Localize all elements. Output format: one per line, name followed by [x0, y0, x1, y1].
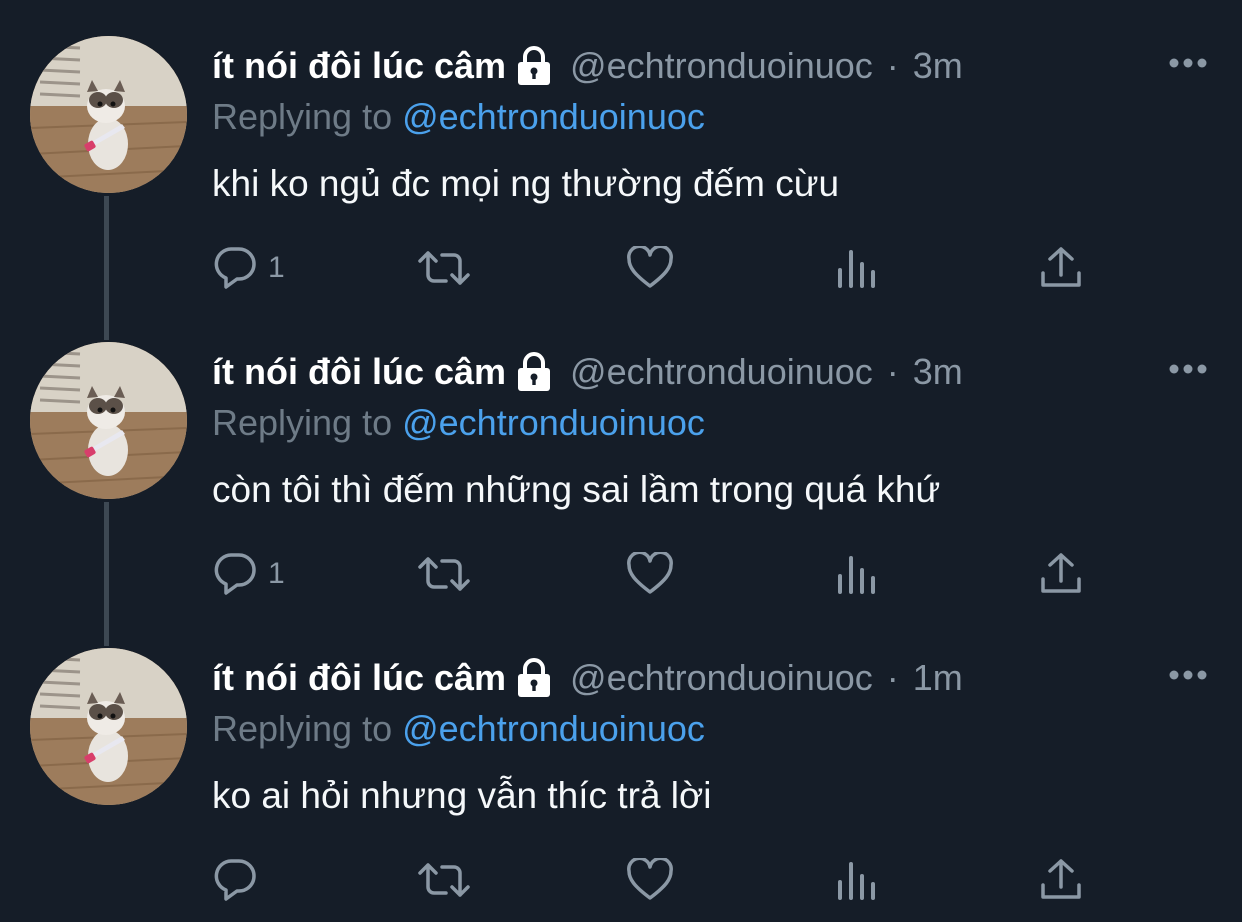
retweet-button[interactable]: [416, 854, 472, 906]
heart-icon: [627, 552, 673, 594]
replying-to-label: Replying to: [212, 96, 393, 137]
reply-button[interactable]: 1: [212, 242, 285, 294]
replying-to-label: Replying to: [212, 708, 393, 749]
lock-icon: [512, 351, 556, 393]
replying-to-label: Replying to: [212, 402, 393, 443]
action-bar: 1: [0, 242, 1242, 294]
separator-dot: ·: [886, 45, 899, 86]
views-button[interactable]: [834, 242, 878, 294]
reply-button[interactable]: 1: [212, 548, 285, 600]
share-icon: [1041, 553, 1081, 593]
like-button[interactable]: [626, 854, 674, 906]
tweet[interactable]: ít nói đôi lúc câm @echtronduoinuoc · 1m: [0, 612, 1242, 918]
views-button[interactable]: [834, 548, 878, 600]
display-name[interactable]: ít nói đôi lúc câm: [212, 45, 506, 87]
reply-count: 1: [268, 557, 285, 590]
retweet-icon: [418, 557, 470, 591]
more-icon[interactable]: [1168, 667, 1208, 683]
timestamp[interactable]: 1m: [913, 657, 963, 699]
reply-thread: ít nói đôi lúc câm @echtronduoinuoc · 3m: [0, 0, 1242, 922]
views-button[interactable]: [834, 854, 878, 906]
replying-to-handle[interactable]: @echtronduoinuoc: [402, 708, 705, 749]
avatar[interactable]: [30, 648, 187, 805]
share-button[interactable]: [1038, 242, 1084, 294]
reply-button[interactable]: [212, 854, 268, 906]
retweet-icon: [418, 863, 470, 897]
display-name[interactable]: ít nói đôi lúc câm: [212, 657, 506, 699]
replying-to: Replying to @echtronduoinuoc: [212, 704, 705, 754]
retweet-button[interactable]: [416, 548, 472, 600]
lock-icon: [512, 45, 556, 87]
user-handle[interactable]: @echtronduoinuoc: [570, 657, 873, 699]
share-button[interactable]: [1038, 854, 1084, 906]
analytics-icon: [838, 556, 875, 594]
retweet-button[interactable]: [416, 242, 472, 294]
avatar[interactable]: [30, 342, 187, 499]
heart-icon: [627, 858, 673, 900]
replying-to-handle[interactable]: @echtronduoinuoc: [402, 96, 705, 137]
timestamp[interactable]: 3m: [913, 351, 963, 393]
more-icon[interactable]: [1168, 55, 1208, 71]
action-bar: 1: [0, 548, 1242, 600]
like-button[interactable]: [626, 242, 674, 294]
separator-dot: ·: [886, 657, 899, 698]
action-bar: [0, 854, 1242, 906]
more-icon[interactable]: [1168, 361, 1208, 377]
analytics-icon: [838, 862, 875, 900]
reply-icon: [214, 553, 256, 595]
lock-icon: [512, 657, 556, 699]
replying-to: Replying to @echtronduoinuoc: [212, 398, 705, 448]
separator-dot: ·: [886, 351, 899, 392]
tweet[interactable]: ít nói đôi lúc câm @echtronduoinuoc · 3m: [0, 306, 1242, 612]
heart-icon: [627, 246, 673, 288]
share-icon: [1041, 859, 1081, 899]
replying-to: Replying to @echtronduoinuoc: [212, 92, 705, 142]
share-icon: [1041, 247, 1081, 287]
reply-count: 1: [268, 251, 285, 284]
reply-icon: [214, 247, 256, 289]
avatar[interactable]: [30, 36, 187, 193]
reply-icon: [214, 859, 256, 901]
retweet-icon: [418, 251, 470, 285]
replying-to-handle[interactable]: @echtronduoinuoc: [402, 402, 705, 443]
share-button[interactable]: [1038, 548, 1084, 600]
display-name[interactable]: ít nói đôi lúc câm: [212, 351, 506, 393]
tweet-text: ko ai hỏi nhưng vẫn thíc trả lời: [212, 775, 712, 816]
user-handle[interactable]: @echtronduoinuoc: [570, 351, 873, 393]
analytics-icon: [838, 250, 875, 288]
tweet[interactable]: ít nói đôi lúc câm @echtronduoinuoc · 3m: [0, 0, 1242, 306]
tweet-text: khi ko ngủ đc mọi ng thường đếm cừu: [212, 163, 840, 204]
user-handle[interactable]: @echtronduoinuoc: [570, 45, 873, 87]
tweet-text: còn tôi thì đếm những sai lầm trong quá …: [212, 469, 941, 510]
like-button[interactable]: [626, 548, 674, 600]
timestamp[interactable]: 3m: [913, 45, 963, 87]
